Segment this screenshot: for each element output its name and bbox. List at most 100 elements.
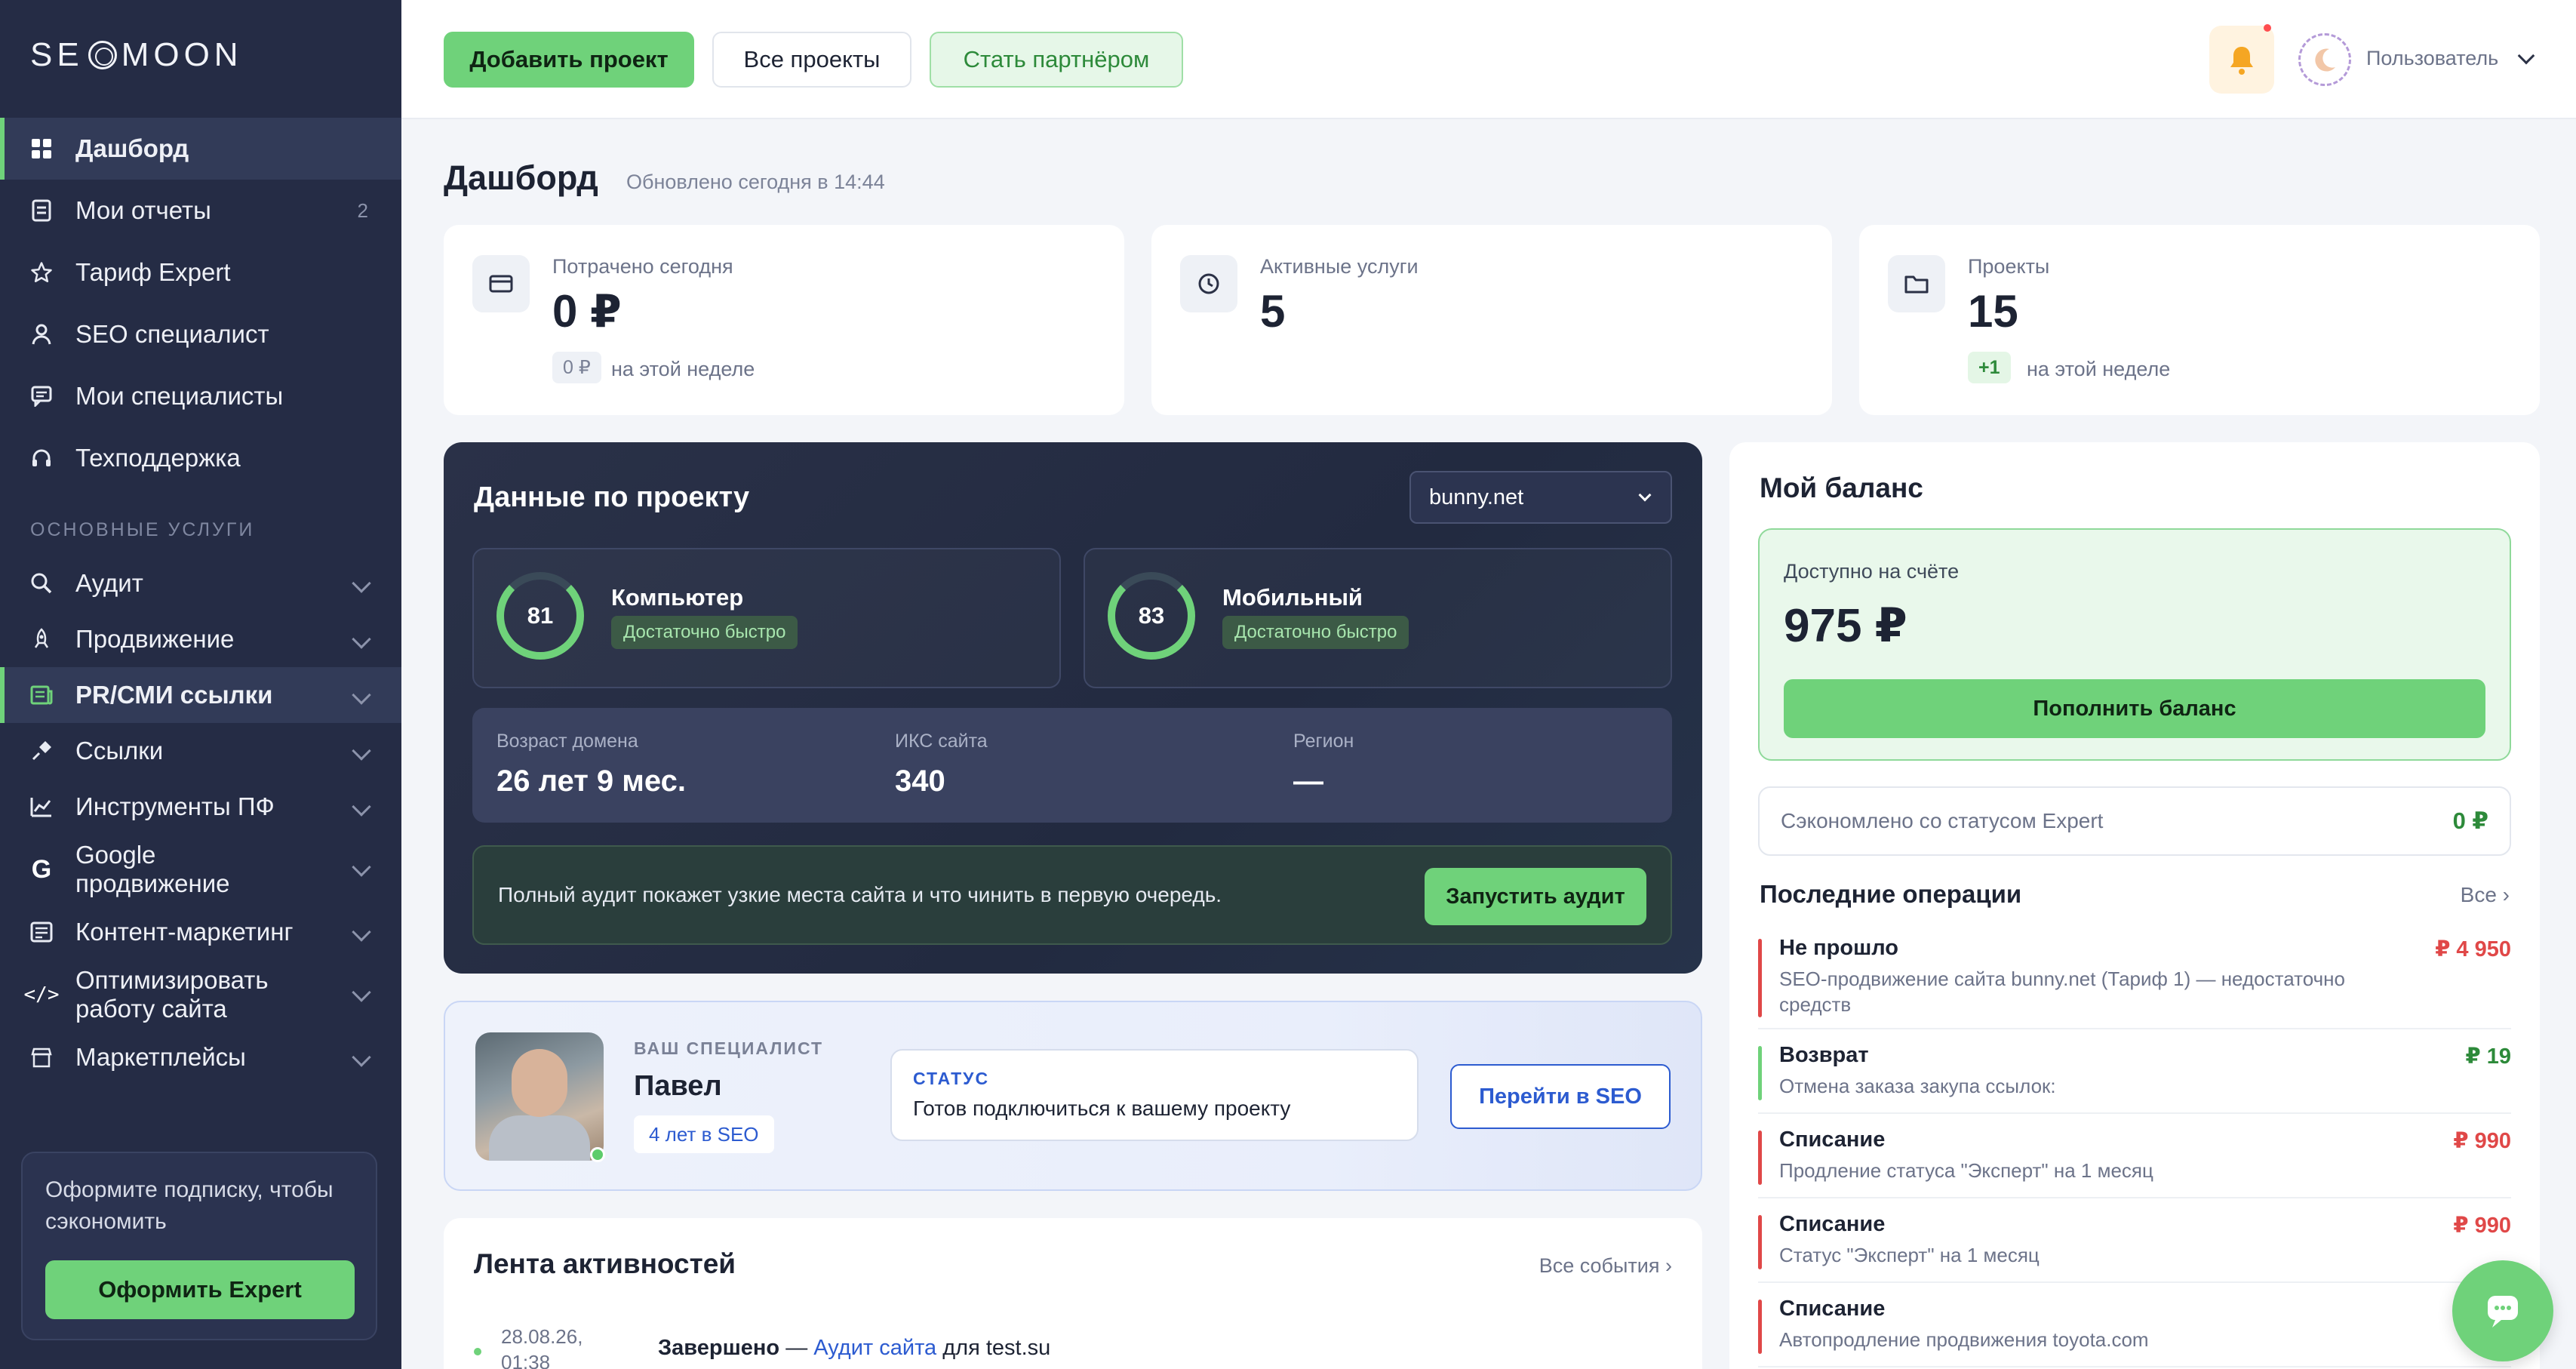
sidebar-item-label: Техподдержка bbox=[75, 444, 241, 472]
rocket-icon bbox=[30, 628, 53, 651]
sidebar-item-marketplaces[interactable]: Маркетплейсы bbox=[0, 1029, 401, 1085]
domain-age-value: 26 лет 9 мес. bbox=[496, 764, 686, 798]
chevron-down-icon bbox=[352, 685, 371, 705]
sidebar-item-tariff[interactable]: Тариф Expert bbox=[0, 241, 401, 303]
desktop-score: 81 bbox=[527, 602, 554, 629]
operation-row[interactable]: Списание Продление статуса "Эксперт" на … bbox=[1758, 1128, 2511, 1198]
desktop-label: Компьютер bbox=[611, 584, 744, 611]
sidebar-item-label: Мои отчеты bbox=[75, 196, 211, 224]
stat-card-active-services: Активные услуги 5 bbox=[1151, 225, 1832, 415]
all-operations-link[interactable]: Все › bbox=[2461, 883, 2510, 907]
chevron-down-icon bbox=[352, 629, 371, 649]
sidebar-item-support[interactable]: Техподдержка bbox=[0, 427, 401, 489]
sidebar-item-google[interactable]: G Google продвижение bbox=[0, 835, 401, 904]
operation-title: Списание bbox=[1779, 1297, 1886, 1321]
activity-item: Завершено — Аудит сайта для test.su bbox=[658, 1336, 1051, 1360]
notification-dot bbox=[2264, 24, 2271, 32]
specialist-role: ВАШ СПЕЦИАЛИСТ bbox=[634, 1038, 824, 1058]
notifications-button[interactable] bbox=[2209, 24, 2274, 94]
operation-row[interactable]: Списание Автопродление продвижения toyot… bbox=[1758, 1297, 2511, 1367]
chevron-down-icon[interactable] bbox=[2517, 47, 2535, 65]
desktop-score-ring: 81 bbox=[496, 572, 584, 660]
section-label-services: ОСНОВНЫЕ УСЛУГИ bbox=[30, 519, 255, 540]
specialist-name: Павел bbox=[634, 1070, 722, 1102]
mobile-label: Мобильный bbox=[1222, 584, 1363, 611]
run-audit-button[interactable]: Запустить аудит bbox=[1425, 868, 1646, 925]
activity-feed: Лента активностей Все события › 28.08.26… bbox=[444, 1218, 1702, 1369]
operation-title: Возврат bbox=[1779, 1043, 1869, 1067]
sidebar-item-label: Аудит bbox=[75, 569, 143, 597]
avatar[interactable] bbox=[2298, 33, 2351, 86]
search-icon bbox=[30, 572, 53, 595]
desktop-speed-badge: Достаточно быстро bbox=[611, 616, 798, 649]
sidebar-item-audit[interactable]: Аудит bbox=[0, 555, 401, 611]
operation-row[interactable]: Возврат Отмена заказа закупа ссылок: ₽ 1… bbox=[1758, 1043, 2511, 1114]
activity-link[interactable]: Аудит сайта bbox=[813, 1336, 936, 1360]
logo[interactable]: SE MOON bbox=[30, 36, 243, 74]
status-text: Готов подключиться к вашему проекту bbox=[913, 1097, 1291, 1120]
subscribe-expert-button[interactable]: Оформить Expert bbox=[45, 1260, 355, 1319]
sidebar-item-content-marketing[interactable]: Контент-маркетинг bbox=[0, 904, 401, 960]
project-card-title: Данные по проекту bbox=[474, 481, 750, 513]
operation-title: Списание bbox=[1779, 1128, 1886, 1152]
topup-balance-button[interactable]: Пополнить баланс bbox=[1784, 679, 2485, 738]
site-iks: ИКС сайта 340 bbox=[895, 731, 988, 798]
balance-title: Мой баланс bbox=[1760, 472, 1923, 503]
star-icon bbox=[30, 261, 53, 284]
activity-date: 28.08.26, 01:38 bbox=[501, 1325, 583, 1369]
sidebar-item-label: Мои специалисты bbox=[75, 382, 284, 410]
sidebar-item-label: Контент-маркетинг bbox=[75, 918, 294, 946]
sidebar-item-label: Маркетплейсы bbox=[75, 1043, 246, 1071]
available-balance-card: Доступно на счёте 975 ₽ Пополнить баланс bbox=[1758, 528, 2511, 761]
sidebar-item-links[interactable]: Ссылки bbox=[0, 723, 401, 779]
domain-info-row: Возраст домена 26 лет 9 мес. ИКС сайта 3… bbox=[472, 708, 1672, 823]
sidebar-item-my-specialists[interactable]: Мои специалисты bbox=[0, 365, 401, 427]
sidebar-item-pr-links[interactable]: PR/СМИ ссылки bbox=[0, 667, 401, 723]
sidebar-item-label: Дашборд bbox=[75, 134, 189, 162]
domain-age: Возраст домена 26 лет 9 мес. bbox=[496, 731, 686, 798]
add-project-button[interactable]: Добавить проект bbox=[444, 32, 694, 88]
sidebar-item-pf-tools[interactable]: Инструменты ПФ bbox=[0, 779, 401, 835]
operation-desc: Продление статуса "Эксперт" на 1 месяц bbox=[1779, 1159, 2153, 1182]
sidebar-item-reports[interactable]: Мои отчеты 2 bbox=[0, 180, 401, 241]
region-value: — bbox=[1293, 764, 1323, 798]
stat-value: 5 bbox=[1260, 286, 1286, 337]
all-projects-button[interactable]: Все проекты bbox=[712, 32, 911, 88]
activity-status-dot bbox=[474, 1348, 481, 1355]
promo-text: Оформите подписку, чтобы сэкономить bbox=[45, 1177, 334, 1234]
operation-status-bar bbox=[1758, 1300, 1762, 1354]
chevron-down-icon bbox=[352, 983, 371, 1002]
savings-value: 0 ₽ bbox=[2452, 808, 2488, 834]
all-events-link[interactable]: Все события › bbox=[1539, 1254, 1672, 1278]
sidebar-item-label: Тариф Expert bbox=[75, 258, 231, 286]
chat-button[interactable] bbox=[2452, 1260, 2553, 1361]
sidebar-item-label: Продвижение bbox=[75, 625, 235, 653]
headset-icon bbox=[30, 447, 53, 469]
sidebar-item-promotion[interactable]: Продвижение bbox=[0, 611, 401, 667]
stat-label: Потрачено сегодня bbox=[552, 255, 733, 278]
sidebar-item-dashboard[interactable]: Дашборд bbox=[0, 118, 401, 180]
sidebar-item-label: Ссылки bbox=[75, 737, 164, 764]
go-to-seo-button[interactable]: Перейти в SEO bbox=[1450, 1064, 1671, 1129]
operation-amount: ₽ 4 950 bbox=[2435, 937, 2511, 961]
project-select[interactable]: bunny.net bbox=[1409, 471, 1672, 524]
stat-note: на этой неделе bbox=[2027, 358, 2171, 380]
stat-label: Активные услуги bbox=[1260, 255, 1419, 278]
stat-value: 15 bbox=[1968, 286, 2018, 337]
operation-status-bar bbox=[1758, 1131, 1762, 1185]
available-label: Доступно на счёте bbox=[1784, 560, 1960, 583]
operation-row[interactable]: Не прошло SEO-продвижение сайта bunny.ne… bbox=[1758, 936, 2511, 1029]
card-icon bbox=[472, 255, 530, 312]
chevron-down-icon bbox=[1638, 488, 1652, 502]
code-icon: </> bbox=[23, 983, 60, 1006]
user-name[interactable]: Пользователь bbox=[2366, 47, 2498, 70]
sidebar-item-seo-specialist[interactable]: SEO специалист bbox=[0, 303, 401, 365]
mobile-score-ring: 83 bbox=[1108, 572, 1195, 660]
market-icon bbox=[30, 1046, 53, 1069]
clock-icon bbox=[1180, 255, 1237, 312]
mobile-speed-card: 83 Мобильный Достаточно быстро bbox=[1084, 548, 1672, 688]
operation-status-bar bbox=[1758, 939, 1762, 1017]
operation-row[interactable]: Списание Статус "Эксперт" на 1 месяц ₽ 9… bbox=[1758, 1212, 2511, 1283]
sidebar-item-optimize[interactable]: </> Оптимизировать работу сайта bbox=[0, 960, 401, 1029]
become-partner-button[interactable]: Стать партнёром bbox=[930, 32, 1183, 88]
